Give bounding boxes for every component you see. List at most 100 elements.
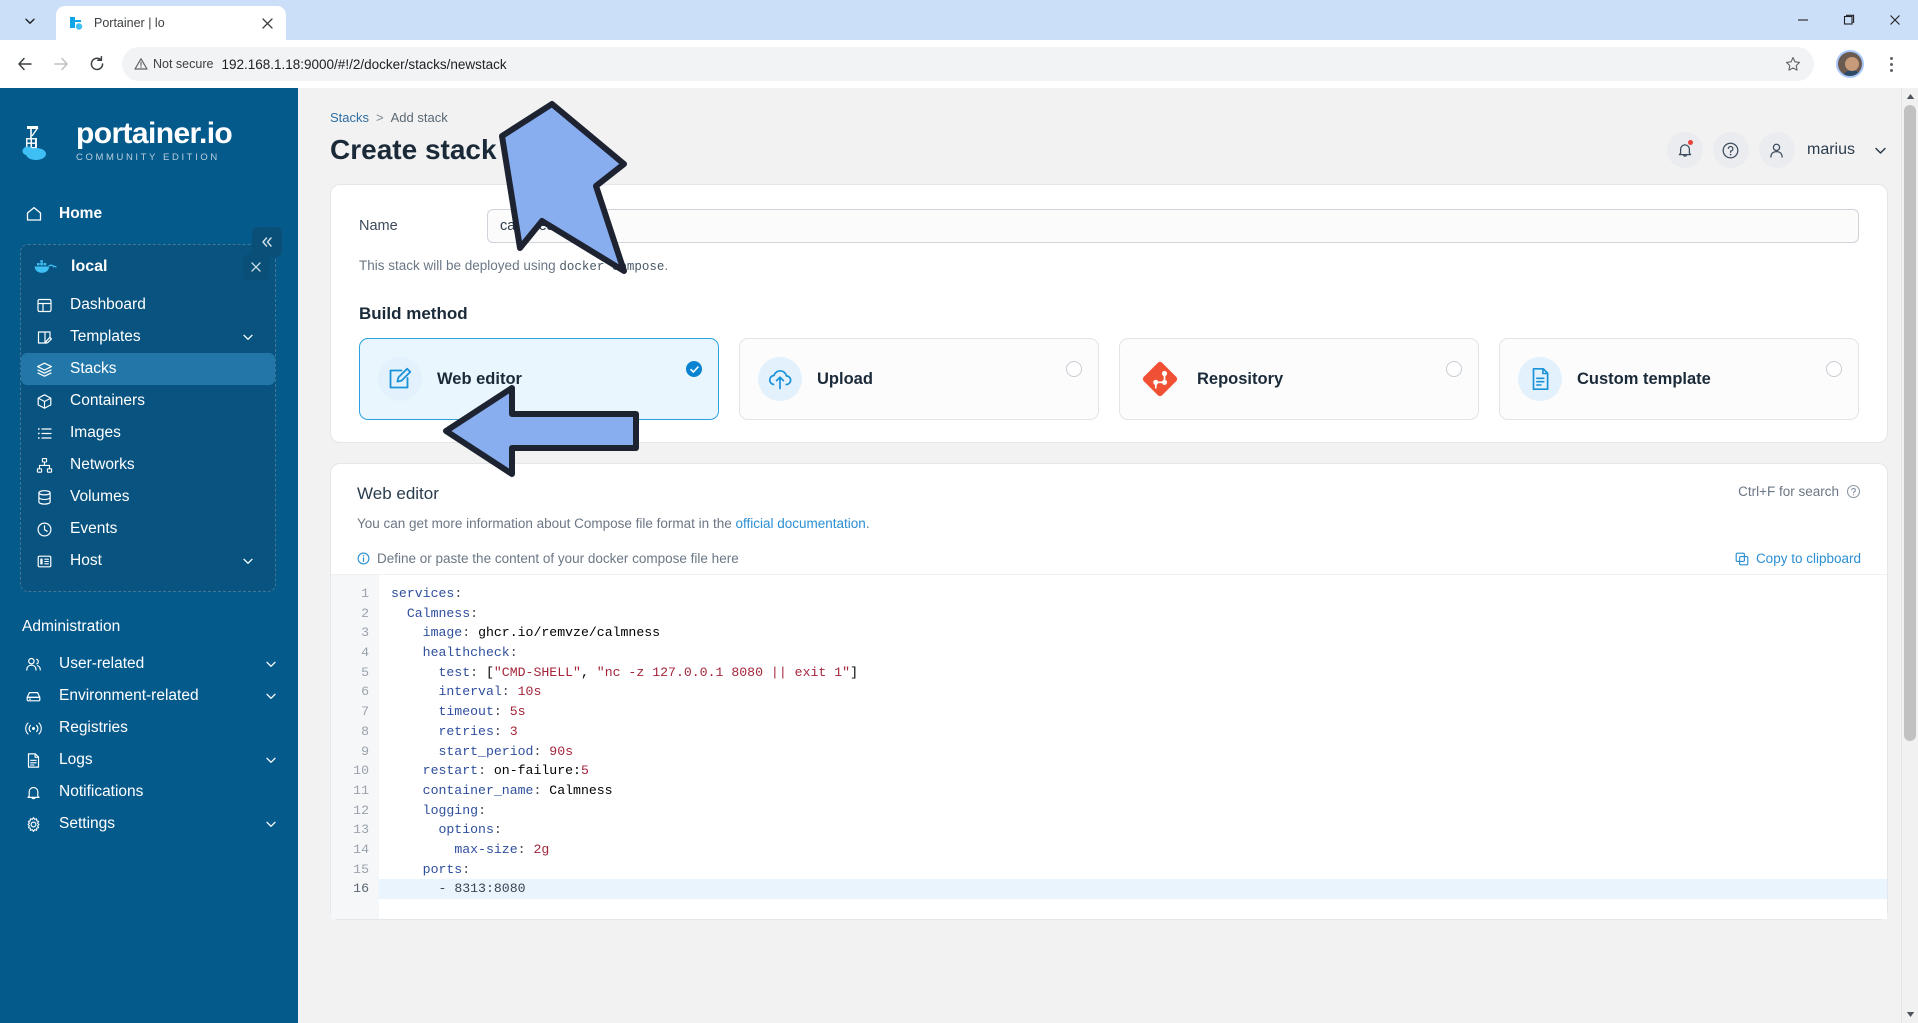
scroll-down-arrow-icon[interactable] bbox=[1902, 1006, 1918, 1023]
chevron-down-icon[interactable] bbox=[264, 658, 278, 670]
code-editor[interactable]: 1 2 3 4 5 6 7 8 9 10 11 12 13 14 15 16 services: Calmne… bbox=[331, 574, 1887, 919]
build-method-radio[interactable] bbox=[1446, 361, 1462, 377]
build-method-radio[interactable] bbox=[1826, 361, 1842, 377]
code-line-number: 14 bbox=[353, 841, 369, 857]
code-line-number: 1 bbox=[361, 586, 369, 601]
chevron-down-icon[interactable] bbox=[264, 818, 278, 830]
build-method-label: Repository bbox=[1197, 369, 1284, 388]
code-line: healthcheck: bbox=[422, 645, 518, 661]
web-editor-card: Web editor Ctrl+F for search You can get… bbox=[330, 463, 1888, 920]
sidebar-item-settings[interactable]: Settings bbox=[0, 808, 298, 840]
sidebar-item-notifications[interactable]: Notifications bbox=[0, 776, 298, 808]
scroll-up-arrow-icon[interactable] bbox=[1902, 88, 1918, 105]
notifications-button[interactable] bbox=[1666, 132, 1703, 168]
build-method-web-editor[interactable]: Web editor bbox=[359, 338, 719, 420]
scrollbar-thumb[interactable] bbox=[1904, 105, 1916, 741]
build-method-radio[interactable] bbox=[1066, 361, 1082, 377]
official-documentation-link[interactable]: official documentation bbox=[735, 516, 865, 531]
stack-form-card: Name calmness This stack will be deploye… bbox=[330, 184, 1888, 443]
code-line: logging: bbox=[422, 802, 486, 818]
gear-icon bbox=[24, 815, 43, 834]
browser-tab-strip: Portainer | lo bbox=[0, 0, 1918, 40]
security-status[interactable]: Not secure bbox=[134, 57, 213, 71]
sidebar-item-images[interactable]: Images bbox=[21, 417, 275, 449]
star-icon[interactable] bbox=[1778, 49, 1808, 79]
build-method-repository[interactable]: Repository bbox=[1119, 338, 1479, 420]
web-editor-pencil-icon bbox=[378, 357, 422, 401]
sidebar-item-home[interactable]: Home bbox=[0, 198, 298, 230]
code-line: container_name: Calmness bbox=[422, 782, 613, 798]
page-title: Create stack bbox=[330, 134, 526, 166]
address-bar[interactable]: Not secure 192.168.1.18:9000/#!/2/docker… bbox=[122, 47, 1814, 81]
sidebar-item-templates[interactable]: Templates bbox=[21, 321, 275, 353]
sidebar: portainer.io COMMUNITY EDITION Home loca… bbox=[0, 88, 298, 1023]
header-actions: marius bbox=[1666, 106, 1888, 168]
copy-icon bbox=[1735, 552, 1749, 565]
chevron-down-icon[interactable] bbox=[241, 555, 255, 567]
code-line-number: 16 bbox=[353, 881, 369, 897]
editor-search-hint-text: Ctrl+F for search bbox=[1738, 484, 1839, 499]
vertical-scrollbar[interactable] bbox=[1901, 88, 1918, 1023]
browser-window: Portainer | lo Not secure 192.168.1.18:9… bbox=[0, 0, 1918, 1023]
browser-tab-title: Portainer | lo bbox=[94, 16, 165, 30]
profile-avatar[interactable] bbox=[1836, 50, 1864, 78]
sidebar-environment-header[interactable]: local bbox=[21, 245, 275, 289]
chevron-down-icon[interactable] bbox=[241, 331, 255, 343]
help-button[interactable] bbox=[1712, 132, 1749, 168]
web-editor-subheader: Define or paste the content of your dock… bbox=[331, 531, 1887, 574]
templates-icon bbox=[35, 328, 54, 347]
user-menu-chevron-down-icon[interactable] bbox=[1873, 143, 1888, 158]
stack-name-input[interactable]: calmness bbox=[487, 209, 1859, 243]
code-content[interactable]: services: Calmness: image: ghcr.io/remvz… bbox=[379, 575, 1887, 919]
name-form-row: Name calmness bbox=[359, 209, 1859, 243]
reload-icon[interactable] bbox=[80, 47, 114, 81]
sidebar-item-label: Host bbox=[70, 552, 102, 569]
double-chevron-left-icon bbox=[262, 237, 272, 247]
portainer-favicon-icon bbox=[68, 15, 85, 32]
sidebar-item-volumes[interactable]: Volumes bbox=[21, 481, 275, 513]
minimize-icon[interactable] bbox=[1780, 0, 1826, 40]
sidebar-item-environment-related[interactable]: Environment-related bbox=[0, 680, 298, 712]
warning-triangle-icon bbox=[134, 58, 148, 70]
sidebar-environment-group: local Dashboard Templates Stacks Contain… bbox=[20, 244, 276, 592]
code-line-number: 6 bbox=[361, 684, 369, 700]
build-method-upload[interactable]: Upload bbox=[739, 338, 1099, 420]
sidebar-item-label: Environment-related bbox=[59, 687, 199, 704]
build-method-custom-template[interactable]: Custom template bbox=[1499, 338, 1859, 420]
browser-tab[interactable]: Portainer | lo bbox=[56, 6, 286, 40]
registries-icon bbox=[24, 719, 43, 738]
code-line-numbers: 1 2 3 4 5 6 7 8 9 10 11 12 13 14 15 16 bbox=[331, 575, 379, 919]
kebab-menu-icon[interactable] bbox=[1876, 49, 1906, 79]
back-arrow-icon[interactable] bbox=[8, 47, 42, 81]
containers-icon bbox=[35, 392, 54, 411]
sidebar-environment-close-icon[interactable] bbox=[243, 254, 269, 280]
chevron-down-icon[interactable] bbox=[264, 690, 278, 702]
sidebar-item-logs[interactable]: Logs bbox=[0, 744, 298, 776]
code-line: restart: on-failure:5 bbox=[422, 763, 589, 779]
sidebar-item-dashboard[interactable]: Dashboard bbox=[21, 289, 275, 321]
custom-template-file-icon bbox=[1518, 357, 1562, 401]
url-text[interactable]: 192.168.1.18:9000/#!/2/docker/stacks/new… bbox=[221, 57, 1770, 72]
tab-close-icon[interactable] bbox=[258, 14, 276, 32]
tab-search-chevron-down-icon[interactable] bbox=[4, 5, 56, 37]
sidebar-item-registries[interactable]: Registries bbox=[0, 712, 298, 744]
copy-to-clipboard-button[interactable]: Copy to clipboard bbox=[1735, 551, 1861, 566]
sidebar-collapse-button[interactable] bbox=[252, 227, 282, 257]
sidebar-item-user-related[interactable]: User-related bbox=[0, 648, 298, 680]
code-line: interval: 10s bbox=[438, 684, 542, 700]
sidebar-item-host[interactable]: Host bbox=[21, 545, 275, 577]
sidebar-item-containers[interactable]: Containers bbox=[21, 385, 275, 417]
window-close-icon[interactable] bbox=[1872, 0, 1918, 40]
refresh-icon[interactable] bbox=[507, 141, 526, 160]
build-method-radio-checked[interactable] bbox=[686, 361, 702, 377]
sidebar-item-events[interactable]: Events bbox=[21, 513, 275, 545]
username-label[interactable]: marius bbox=[1807, 141, 1855, 159]
sidebar-item-stacks[interactable]: Stacks bbox=[21, 353, 275, 385]
web-editor-header: Web editor Ctrl+F for search bbox=[331, 484, 1887, 504]
user-avatar-button[interactable] bbox=[1758, 132, 1795, 168]
maximize-icon[interactable] bbox=[1826, 0, 1872, 40]
breadcrumb-stacks[interactable]: Stacks bbox=[330, 110, 369, 125]
chevron-down-icon[interactable] bbox=[264, 754, 278, 766]
sidebar-item-networks[interactable]: Networks bbox=[21, 449, 275, 481]
portainer-logo[interactable]: portainer.io COMMUNITY EDITION bbox=[0, 88, 298, 188]
